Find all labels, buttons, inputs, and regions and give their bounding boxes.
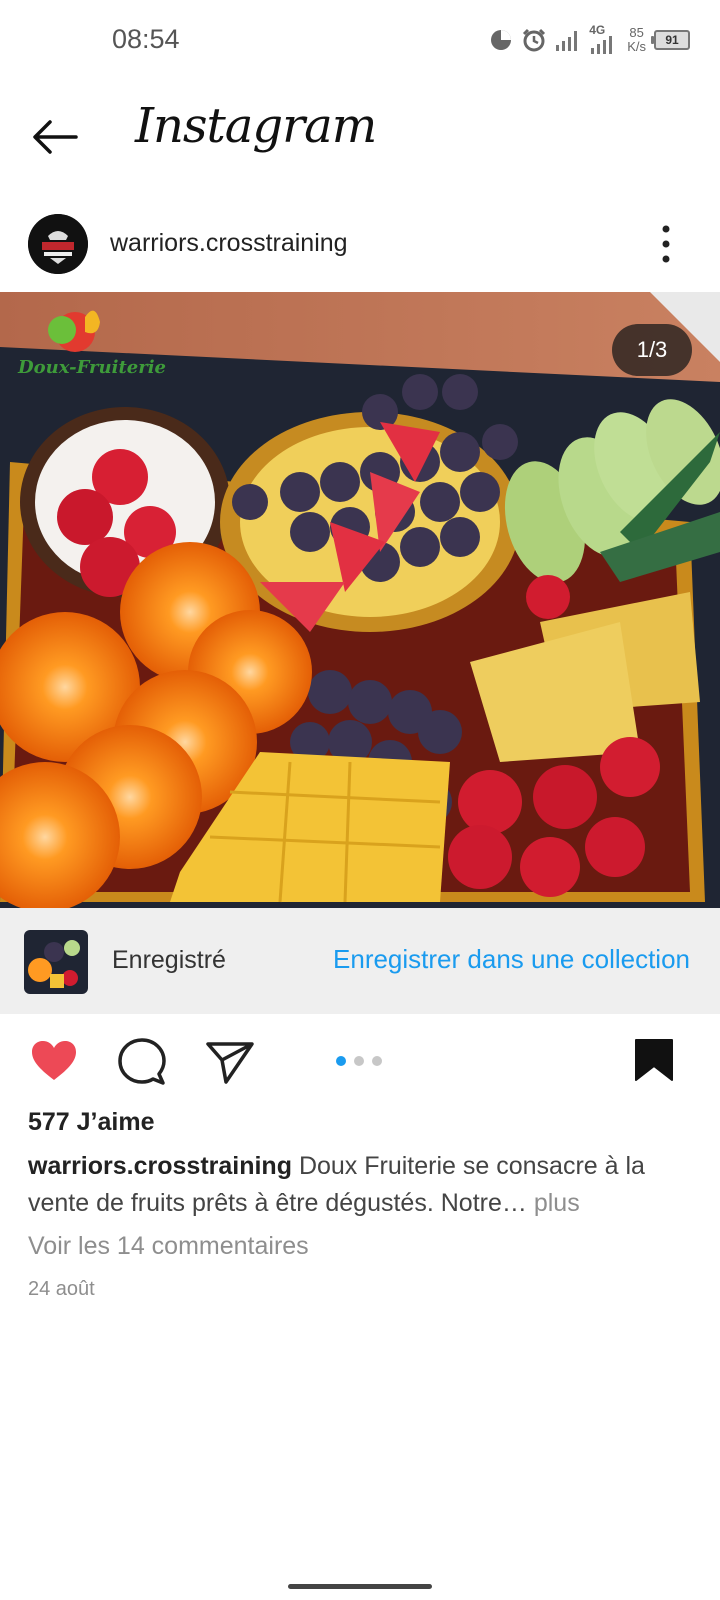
view-comments-link[interactable]: Voir les 14 commentaires [28,1232,309,1261]
heart-filled-icon [32,1041,76,1080]
caption-username[interactable]: warriors.crosstraining [28,1152,292,1180]
more-options-button[interactable] [648,219,684,269]
arrow-left-icon [33,120,78,154]
carousel-dot-active [336,1056,346,1066]
signal-icon [556,31,578,51]
post-date: 24 août [28,1278,95,1300]
bookmark-filled-icon [635,1039,673,1081]
saved-thumbnail [24,930,88,994]
avatar-logo-icon [28,214,88,274]
signal-4g-icon: 4G [589,23,619,54]
status-time: 08:54 [112,24,180,54]
save-to-collection-link[interactable]: Enregistrer dans une collection [333,944,690,975]
back-button[interactable] [28,110,82,164]
likes-count[interactable]: 577 J’aime [28,1108,155,1137]
post-header: warriors.crosstraining [0,205,720,289]
fruit-platter-image [0,292,720,908]
save-button[interactable] [632,1036,684,1088]
app-header: Instagram [0,80,720,200]
like-button[interactable] [28,1036,80,1088]
network-speed: 85 K/s [627,26,646,54]
carousel-dot [354,1056,364,1066]
post-caption: warriors.crosstraining Doux Fruiterie se… [28,1148,698,1222]
caption-more-link[interactable]: plus [534,1189,580,1217]
avatar[interactable] [28,214,88,274]
home-indicator[interactable] [288,1584,432,1589]
brand-logo-text: Doux-Fruiterie [18,357,166,378]
speed-value: 85 [629,25,644,40]
alarm-icon [523,28,546,52]
post-actions [0,1022,720,1102]
share-button[interactable] [204,1036,256,1088]
saved-bar: Enregistré Enregistrer dans une collecti… [0,908,720,1014]
post-username[interactable]: warriors.crosstraining [110,229,348,258]
vertical-dots-icon [662,225,670,263]
status-icons: 4G 85 K/s 91 [489,23,690,56]
carousel-dot [372,1056,382,1066]
carousel-indicator [336,1056,382,1066]
app-title: Instagram [135,98,377,154]
paper-plane-icon [206,1042,254,1084]
comment-icon [118,1038,166,1085]
battery-icon: 91 [651,30,690,50]
saved-label: Enregistré [112,946,226,974]
post-image[interactable]: Doux-Fruiterie 1/3 [0,292,720,908]
speed-unit: K/s [627,39,646,54]
carousel-counter: 1/3 [612,324,692,376]
data-saver-icon [491,30,512,50]
comment-button[interactable] [116,1036,168,1088]
status-bar: 08:54 4G 85 K/s 91 [0,0,720,80]
